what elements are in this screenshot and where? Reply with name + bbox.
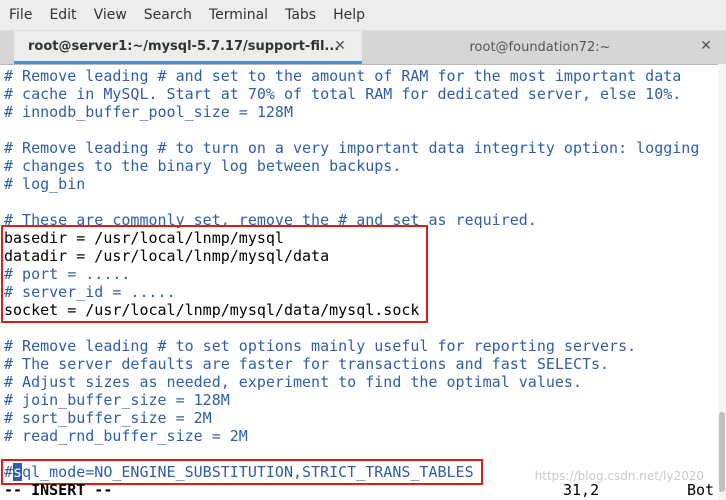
vim-mode-indicator: -- INSERT -- (4, 481, 113, 499)
tab-server1[interactable]: root@server1:~/mysql-5.7.17/support-fil.… (14, 31, 362, 64)
editor-line: # log_bin (4, 175, 86, 193)
editor-line: # read_rnd_buffer_size = 2M (4, 427, 248, 445)
cursor-position: 31,2 (563, 481, 600, 499)
editor-line: # innodb_buffer_pool_size = 128M (4, 103, 293, 121)
menu-search[interactable]: Search (135, 0, 200, 30)
editor-line: # Remove leading # to turn on a very imp… (4, 139, 700, 157)
tab-foundation72-title: root@foundation72:~ (469, 40, 611, 55)
editor-line: # Adjust sizes as needed, experiment to … (4, 373, 582, 391)
menu-view[interactable]: View (85, 0, 135, 30)
menu-edit[interactable]: Edit (40, 0, 84, 30)
close-tab-foundation72-icon[interactable]: ✕ (698, 38, 714, 54)
editor-line: # Remove leading # and set to the amount… (4, 67, 682, 85)
menu-terminal[interactable]: Terminal (200, 0, 276, 30)
tab-bar: root@server1:~/mysql-5.7.17/support-fil.… (0, 31, 726, 65)
menu-tabs[interactable]: Tabs (276, 0, 324, 30)
editor-line: # join_buffer_size = 128M (4, 391, 230, 409)
terminal-view[interactable]: #sql_mode=NO_ENGINE_SUBSTITUTION,STRICT_… (0, 65, 726, 500)
menu-bar: File Edit View Search Terminal Tabs Help (0, 0, 726, 31)
scroll-indicator: Bot (687, 481, 715, 499)
menu-help[interactable]: Help (324, 0, 373, 30)
editor-line: # cache in MySQL. Start at 70% of total … (4, 85, 682, 103)
close-tab-server1-icon[interactable]: ✕ (332, 38, 348, 54)
editor-line: # Remove leading # to set options mainly… (4, 337, 637, 355)
watermark-text: https://blog.csdn.net/ly2020 (534, 469, 704, 483)
menu-file[interactable]: File (0, 0, 40, 30)
editor-line: # The server defaults are faster for tra… (4, 355, 610, 373)
highlight-box-paths (1, 225, 428, 323)
terminal-scrollbar[interactable] (718, 64, 726, 500)
tab-server1-title: root@server1:~/mysql-5.7.17/support-fil.… (28, 38, 340, 54)
editor-line: # changes to the binary log between back… (4, 157, 402, 175)
editor-line: # sort_buffer_size = 2M (4, 409, 212, 427)
scrollbar-thumb[interactable] (719, 412, 725, 492)
tab-foundation72[interactable]: root@foundation72:~ ✕ (370, 31, 711, 64)
